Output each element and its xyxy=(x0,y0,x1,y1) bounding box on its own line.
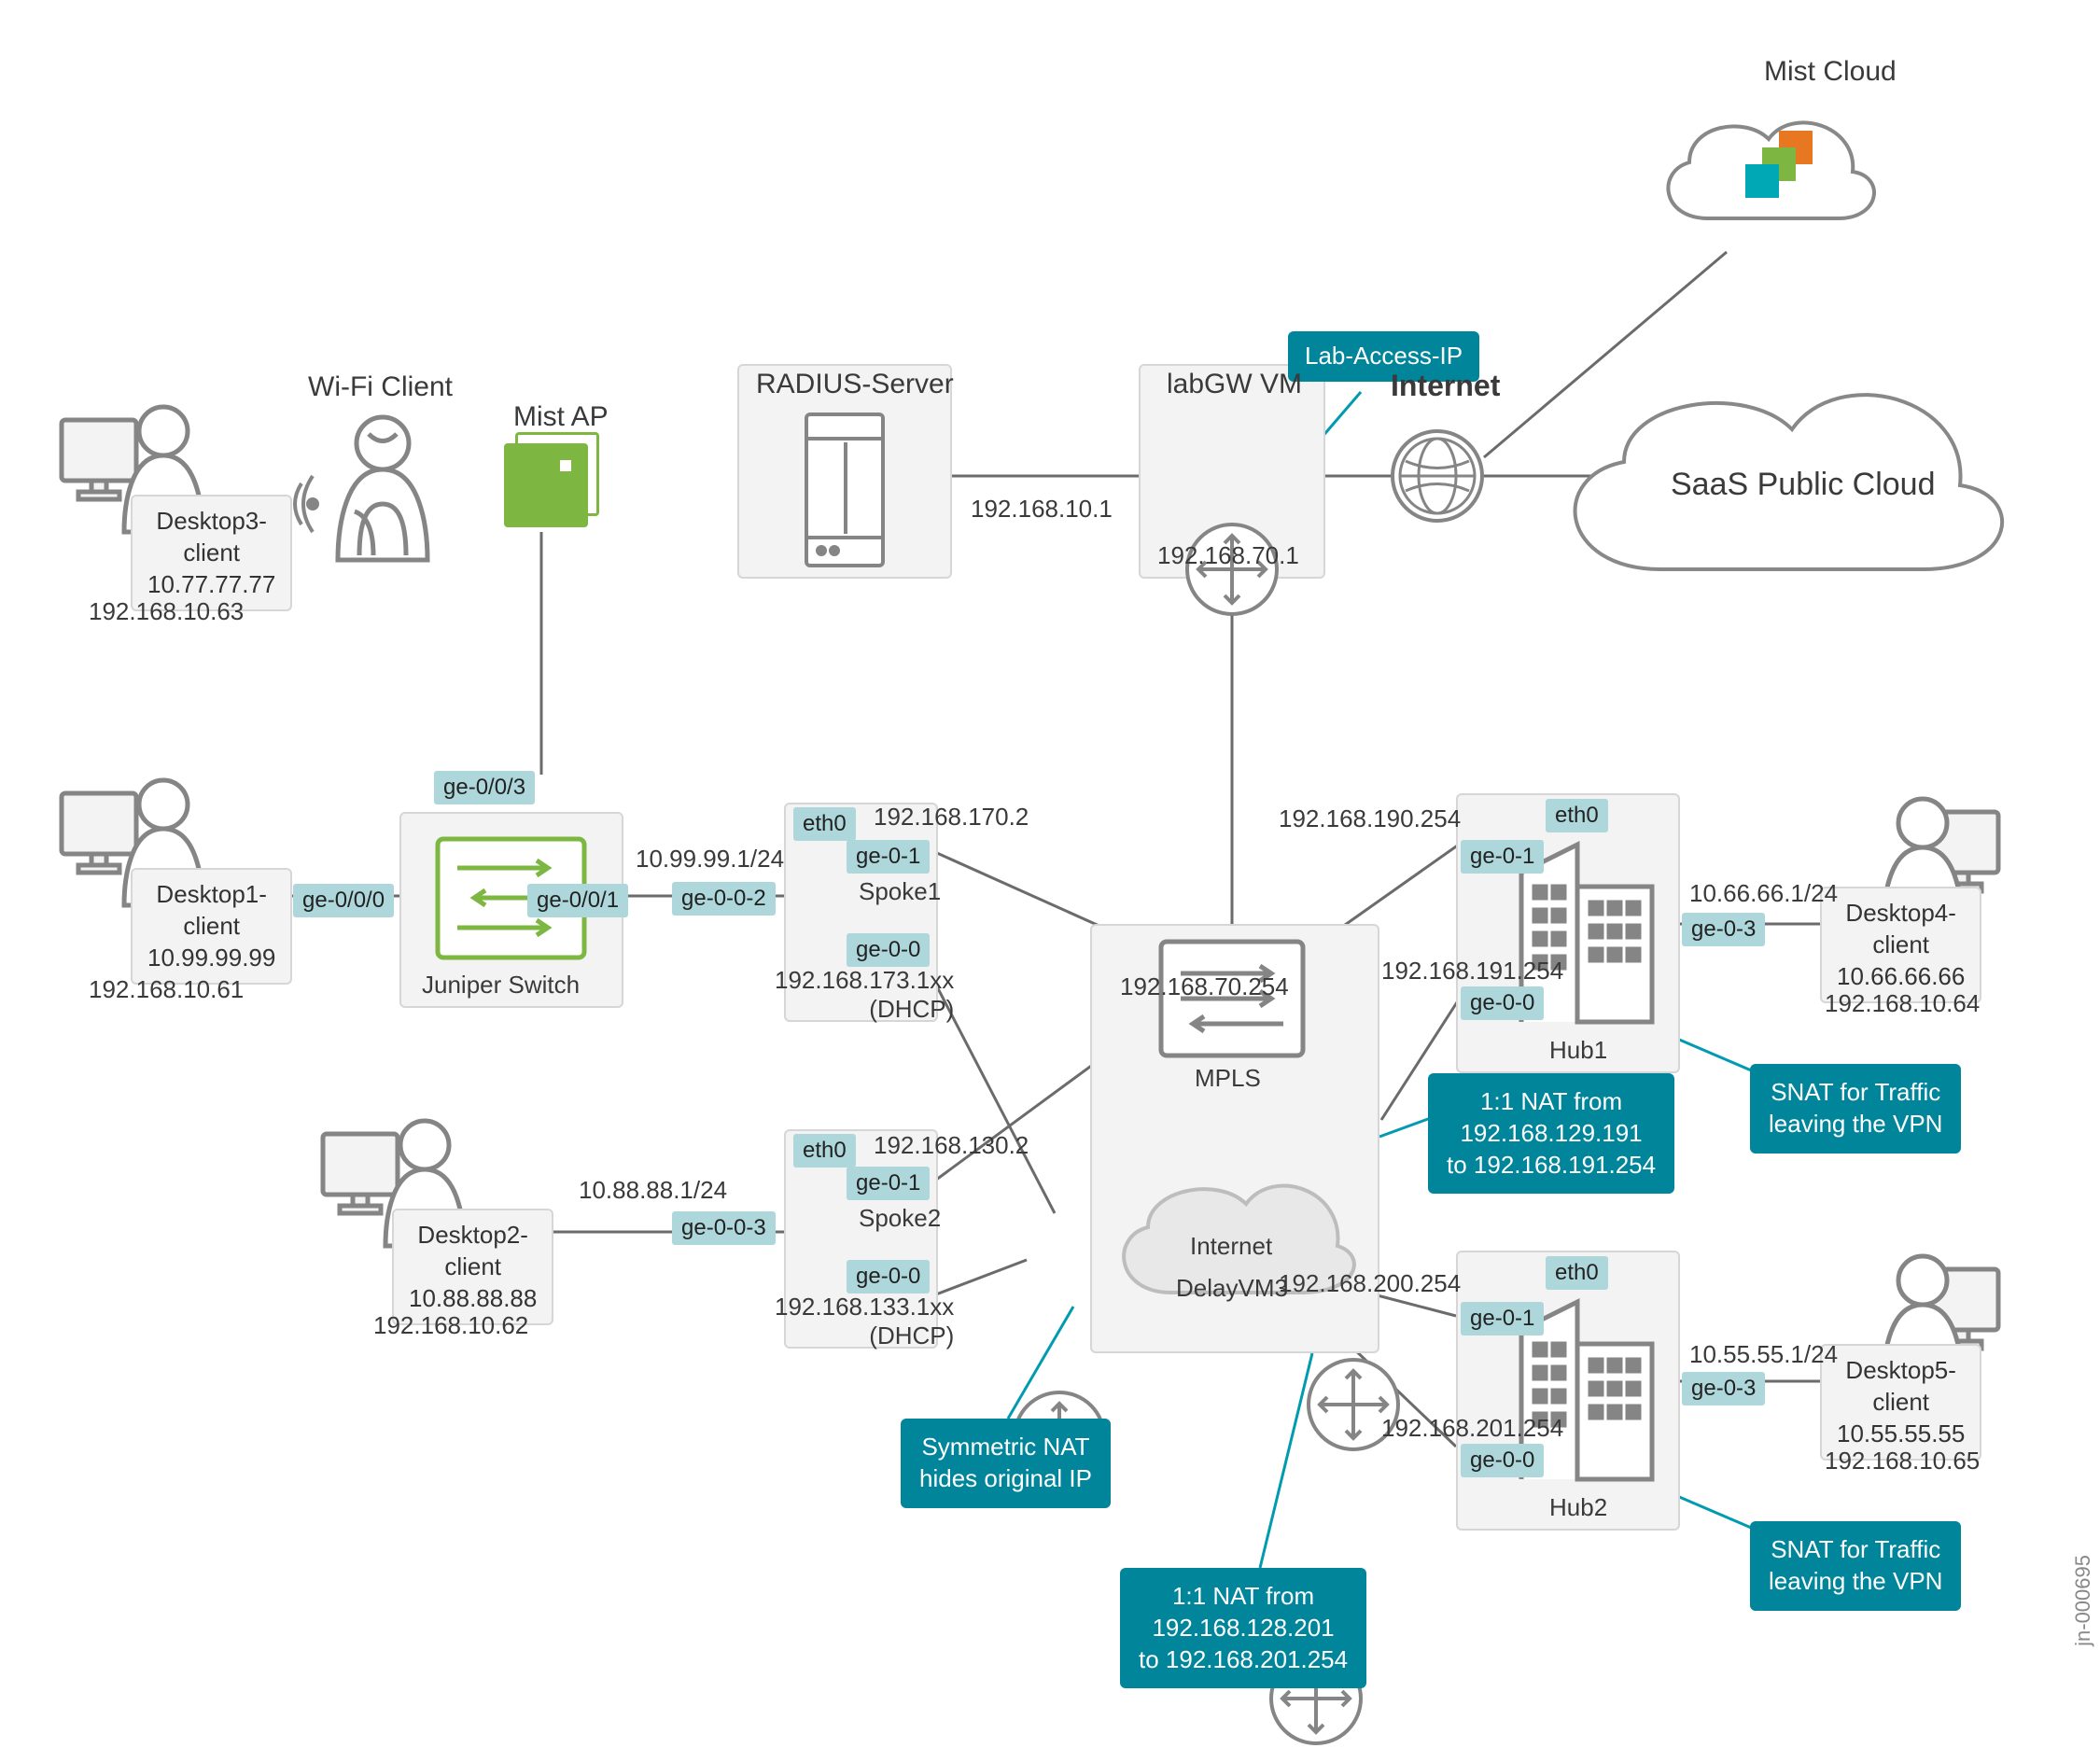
spoke1-label: Spoke1 xyxy=(859,877,941,906)
nat-201-callout: 1:1 NAT from 192.168.128.201 to 192.168.… xyxy=(1120,1568,1366,1688)
labgw-left-ip: 192.168.10.1 xyxy=(971,495,1113,524)
spoke2-eth0: eth0 xyxy=(793,1134,856,1168)
hub1-eth0-ip: 192.168.190.254 xyxy=(1279,804,1461,833)
symmetric-nat-callout: Symmetric NAT hides original IP xyxy=(901,1419,1111,1508)
spoke1-ge00: ge-0-0 xyxy=(847,933,930,967)
server-icon xyxy=(803,411,887,576)
switch-port-ge003: ge-0/0/3 xyxy=(434,771,535,804)
spoke1-ge01: ge-0-1 xyxy=(847,840,930,874)
desktop1-mgmt-ip: 192.168.10.61 xyxy=(89,975,244,1004)
hub2-lan-ip: 10.55.55.1/24 xyxy=(1689,1340,1838,1369)
mpls-top-ip: 192.168.70.254 xyxy=(1120,972,1289,1001)
nat-191-callout: 1:1 NAT from 192.168.129.191 to 192.168.… xyxy=(1428,1073,1674,1194)
hub1-ge00-ip: 192.168.191.254 xyxy=(1381,957,1563,986)
juniper-switch-label: Juniper Switch xyxy=(422,971,580,1000)
hub1-label: Hub1 xyxy=(1549,1036,1607,1065)
spoke1-ge002: ge-0-0-2 xyxy=(672,882,776,916)
hub1-ge03: ge-0-3 xyxy=(1682,913,1765,946)
snat2-callout: SNAT for Traffic leaving the VPN xyxy=(1750,1521,1961,1611)
mist-cloud-label: Mist Cloud xyxy=(1764,56,2007,88)
desktop4-name: Desktop4- client xyxy=(1837,898,1965,961)
hub2-label: Hub2 xyxy=(1549,1493,1607,1522)
desktop2-name: Desktop2- client xyxy=(409,1220,537,1283)
desktop2-ip: 10.88.88.88 xyxy=(409,1283,537,1315)
hub2-ge01: ge-0-1 xyxy=(1461,1302,1544,1335)
internet-label: Internet xyxy=(1391,369,1500,403)
wifi-client-icon xyxy=(317,411,448,585)
spoke2-label: Spoke2 xyxy=(859,1204,941,1233)
desktop3-ip: 10.77.77.77 xyxy=(147,569,275,601)
labgw-bottom-ip: 192.168.70.1 xyxy=(1157,541,1299,570)
snat1-callout: SNAT for Traffic leaving the VPN xyxy=(1750,1064,1961,1154)
mist-ap-icon xyxy=(504,443,588,527)
delayvm-label: DelayVM3 xyxy=(1176,1274,1288,1303)
desktop3-name: Desktop3- client xyxy=(147,506,275,569)
spoke2-ge01: ge-0-1 xyxy=(847,1167,930,1200)
desktop3-mgmt-ip: 192.168.10.63 xyxy=(89,597,244,626)
spoke2-eth0-ip: 192.168.130.2 xyxy=(874,1131,1029,1160)
hub1-ge00: ge-0-0 xyxy=(1461,986,1544,1020)
hub2-ge00-ip: 192.168.201.254 xyxy=(1381,1414,1563,1443)
saas-cloud-label: SaaS Public Cloud xyxy=(1671,467,1936,503)
desktop2-mgmt-ip: 192.168.10.62 xyxy=(373,1311,528,1340)
labgw-vm-label: labGW VM xyxy=(1167,369,1302,400)
spoke2-wan-ip: 192.168.133.1xx (DHCP) xyxy=(775,1293,954,1350)
spoke2-lan-ip: 10.88.88.1/24 xyxy=(579,1176,727,1205)
mpls-icon xyxy=(1157,938,1307,1066)
spoke1-eth0: eth0 xyxy=(793,807,856,841)
desktop5-mgmt-ip: 192.168.10.65 xyxy=(1825,1447,1980,1475)
globe-icon xyxy=(1391,429,1484,523)
hub1-eth0: eth0 xyxy=(1546,799,1608,832)
spoke1-eth0-ip: 192.168.170.2 xyxy=(874,803,1029,832)
wifi-client-label: Wi-Fi Client xyxy=(308,371,453,403)
switch-port-ge001: ge-0/0/1 xyxy=(527,884,628,917)
spoke2-ge003: ge-0-0-3 xyxy=(672,1211,776,1245)
hub2-ge00: ge-0-0 xyxy=(1461,1444,1544,1477)
spoke1-wan-ip: 192.168.173.1xx (DHCP) xyxy=(775,966,954,1024)
mpls-label: MPLS xyxy=(1195,1064,1261,1093)
desktop5-name: Desktop5- client xyxy=(1837,1355,1965,1419)
desktop4-ip: 10.66.66.66 xyxy=(1837,961,1965,993)
radius-server-label: RADIUS-Server xyxy=(756,369,954,400)
spoke2-ge00: ge-0-0 xyxy=(847,1260,930,1294)
hub1-lan-ip: 10.66.66.1/24 xyxy=(1689,879,1838,908)
desktop5-ip: 10.55.55.55 xyxy=(1837,1419,1965,1450)
hub2-eth0-ip: 192.168.200.254 xyxy=(1279,1269,1461,1298)
desktop1-name: Desktop1- client xyxy=(147,879,275,943)
hub2-ge03: ge-0-3 xyxy=(1682,1372,1765,1405)
desktop1-ip: 10.99.99.99 xyxy=(147,943,275,974)
internet-inner-label: Internet xyxy=(1190,1232,1272,1261)
mist-ap-label: Mist AP xyxy=(513,401,609,433)
switch-port-ge000: ge-0/0/0 xyxy=(293,884,394,917)
spoke1-lan-ip: 10.99.99.1/24 xyxy=(636,845,784,874)
hub2-eth0: eth0 xyxy=(1546,1256,1608,1290)
desktop4-mgmt-ip: 192.168.10.64 xyxy=(1825,989,1980,1018)
hub1-ge01: ge-0-1 xyxy=(1461,840,1544,874)
